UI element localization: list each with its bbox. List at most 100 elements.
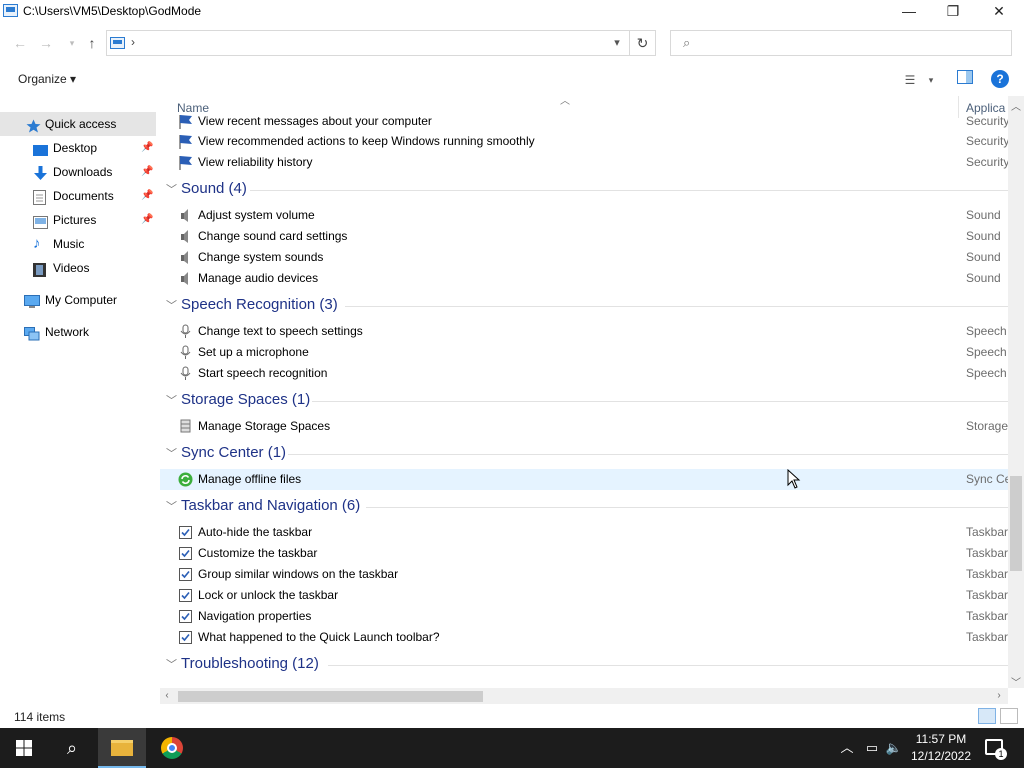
- group-title: Troubleshooting (12): [181, 655, 319, 672]
- control-panel-icon: [110, 37, 125, 49]
- close-button[interactable]: ✕: [976, 0, 1022, 24]
- videos-icon: [33, 261, 48, 277]
- list-item[interactable]: View reliability history Security: [160, 152, 1008, 173]
- desktop-icon: [33, 141, 48, 156]
- change-view-icon[interactable]: ☰: [900, 70, 920, 90]
- list-item[interactable]: Adjust system volume Sound: [160, 205, 1008, 226]
- sidebar-item-documents[interactable]: Documents 📌: [0, 184, 156, 208]
- preview-pane-icon[interactable]: [956, 70, 974, 90]
- speaker-icon: [178, 208, 193, 223]
- group-header-sync-center[interactable]: ﹀ Sync Center (1): [160, 441, 1008, 467]
- sidebar-item-downloads[interactable]: Downloads 📌: [0, 160, 156, 184]
- pin-icon[interactable]: 📌: [141, 184, 153, 208]
- group-title: Taskbar and Navigation (6): [181, 497, 361, 514]
- chevron-down-icon[interactable]: ﹀: [166, 181, 177, 197]
- sidebar-item-desktop[interactable]: Desktop 📌: [0, 136, 156, 160]
- chevron-down-icon[interactable]: ﹀: [166, 656, 177, 672]
- taskbar-file-explorer[interactable]: [98, 728, 146, 768]
- list-item[interactable]: Lock or unlock the taskbar Taskbar: [160, 585, 1008, 606]
- list-item[interactable]: Change text to speech settings Speech: [160, 321, 1008, 342]
- sidebar-item-my-computer[interactable]: My Computer: [0, 288, 156, 312]
- taskbar-search-icon[interactable]: ⌕: [48, 728, 96, 768]
- window-title: C:\Users\VM5\Desktop\GodMode: [23, 4, 202, 18]
- item-category: Sound: [966, 250, 1001, 264]
- scroll-down-arrow-icon[interactable]: ﹀: [1008, 674, 1024, 689]
- taskbar-clock[interactable]: 11:57 PM 12/12/2022: [906, 731, 976, 765]
- flag-icon: [178, 155, 193, 170]
- group-header-storage-spaces[interactable]: ﹀ Storage Spaces (1): [160, 388, 1008, 414]
- forward-button[interactable]: →: [36, 34, 56, 52]
- horizontal-scrollbar[interactable]: ‹ ›: [160, 688, 1008, 704]
- chevron-down-icon[interactable]: ﹀: [166, 445, 177, 461]
- minimize-button[interactable]: —: [886, 0, 932, 24]
- refresh-button[interactable]: ↻: [629, 31, 655, 55]
- sidebar-item-network[interactable]: Network: [0, 320, 156, 344]
- star-icon: [26, 117, 41, 133]
- sidebar-item-pictures[interactable]: Pictures 📌: [0, 208, 156, 232]
- sync-icon: [178, 472, 193, 487]
- group-header-sound[interactable]: ﹀ Sound (4): [160, 177, 1008, 203]
- horizontal-scroll-thumb[interactable]: [178, 691, 483, 702]
- search-input[interactable]: ⌕: [670, 30, 1012, 56]
- help-button[interactable]: ?: [991, 70, 1009, 88]
- list-item[interactable]: Set up a microphone Speech: [160, 342, 1008, 363]
- recent-locations-button[interactable]: ▾: [62, 34, 82, 52]
- vertical-scroll-thumb[interactable]: [1010, 476, 1022, 571]
- sidebar-item-quick-access[interactable]: Quick access: [0, 112, 156, 136]
- pin-icon[interactable]: 📌: [141, 208, 153, 232]
- breadcrumb-separator[interactable]: ›: [131, 35, 135, 49]
- network-tray-icon[interactable]: ▭: [862, 728, 882, 768]
- back-button[interactable]: ←: [10, 34, 30, 52]
- list-item[interactable]: View recent messages about your computer…: [160, 111, 1008, 132]
- large-icons-view-icon[interactable]: [1000, 708, 1018, 724]
- group-divider: [366, 507, 1008, 508]
- list-item[interactable]: Start speech recognition Speech: [160, 363, 1008, 384]
- group-header-taskbar-navigation[interactable]: ﹀ Taskbar and Navigation (6): [160, 494, 1008, 520]
- sidebar-item-music[interactable]: ♪ Music: [0, 232, 156, 256]
- list-item[interactable]: Change sound card settings Sound: [160, 226, 1008, 247]
- volume-tray-icon[interactable]: 🔈: [884, 728, 904, 768]
- list-item[interactable]: What happened to the Quick Launch toolba…: [160, 627, 1008, 648]
- organize-button[interactable]: Organize ▾: [18, 72, 76, 86]
- list-item[interactable]: View recommended actions to keep Windows…: [160, 131, 1008, 152]
- taskbar-chrome[interactable]: [148, 728, 196, 768]
- up-button[interactable]: ↑: [82, 34, 102, 52]
- group-title: Speech Recognition (3): [181, 296, 338, 313]
- view-options-dropdown[interactable]: ▾: [924, 70, 938, 90]
- address-bar[interactable]: › ▾ ↻: [106, 30, 656, 56]
- details-view-icon[interactable]: [978, 708, 996, 724]
- sidebar-item-label: Quick access: [45, 117, 117, 131]
- chevron-down-icon[interactable]: ﹀: [166, 392, 177, 408]
- pin-icon[interactable]: 📌: [141, 136, 153, 160]
- scroll-up-arrow-icon[interactable]: ︿: [1008, 98, 1024, 113]
- sidebar-item-videos[interactable]: Videos: [0, 256, 156, 280]
- address-dropdown-button[interactable]: ▾: [607, 31, 627, 55]
- list-item[interactable]: Manage audio devices Sound: [160, 268, 1008, 289]
- list-item[interactable]: Customize the taskbar Taskbar: [160, 543, 1008, 564]
- scroll-right-arrow-icon[interactable]: ›: [992, 688, 1006, 704]
- show-hidden-icons-chevron-icon[interactable]: ︿: [838, 728, 856, 768]
- list-item[interactable]: Group similar windows on the taskbar Tas…: [160, 564, 1008, 585]
- item-category: Storage: [966, 419, 1008, 433]
- speaker-icon: [178, 229, 193, 244]
- vertical-scrollbar[interactable]: ︿ ﹀: [1008, 96, 1024, 689]
- item-name: Navigation properties: [198, 609, 312, 623]
- group-header-speech-recognition[interactable]: ﹀ Speech Recognition (3): [160, 293, 1008, 319]
- list-item[interactable]: Manage offline files Sync Ce: [160, 469, 1008, 490]
- group-header-troubleshooting[interactable]: ﹀ Troubleshooting (12): [160, 652, 1008, 678]
- item-count: 114 items: [14, 710, 66, 724]
- scroll-left-arrow-icon[interactable]: ‹: [160, 688, 174, 704]
- list-item[interactable]: Auto-hide the taskbar Taskbar: [160, 522, 1008, 543]
- flag-icon: [178, 134, 193, 149]
- chevron-down-icon[interactable]: ﹀: [166, 498, 177, 514]
- start-button[interactable]: [0, 728, 48, 768]
- pin-icon[interactable]: 📌: [141, 160, 153, 184]
- group-divider: [288, 454, 1008, 455]
- storage-icon: [178, 419, 193, 434]
- windows-logo-icon: [16, 740, 32, 756]
- maximize-button[interactable]: ❐: [930, 0, 976, 24]
- chevron-down-icon[interactable]: ﹀: [166, 297, 177, 313]
- list-item[interactable]: Navigation properties Taskbar: [160, 606, 1008, 627]
- list-item[interactable]: Change system sounds Sound: [160, 247, 1008, 268]
- list-item[interactable]: Manage Storage Spaces Storage: [160, 416, 1008, 437]
